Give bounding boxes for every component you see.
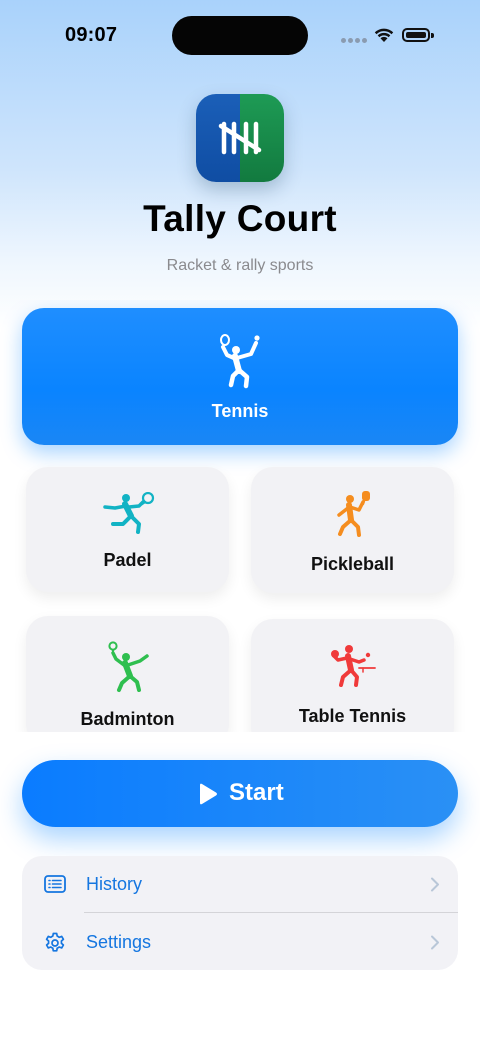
start-label: Start: [229, 779, 284, 806]
sport-card-table-tennis[interactable]: Table Tennis: [251, 619, 454, 732]
sport-card-padel[interactable]: Padel: [26, 467, 229, 592]
sport-label: Tennis: [211, 401, 269, 421]
app-subtitle: Racket & rally sports: [166, 257, 314, 274]
list-icon: [44, 875, 66, 893]
sport-card-badminton[interactable]: Badminton: [26, 616, 229, 732]
gear-icon: [45, 932, 65, 952]
chevron-right-icon: [431, 935, 439, 950]
wifi-icon: [374, 28, 394, 42]
cellular-signal-icon: [341, 38, 367, 43]
status-time: 09:07: [65, 24, 118, 46]
sport-card-pickleball[interactable]: Pickleball: [251, 467, 454, 593]
menu-label: History: [86, 874, 143, 894]
battery-icon: [402, 28, 430, 42]
dynamic-island: [172, 16, 308, 55]
padel-player-icon: [103, 492, 155, 534]
sport-label: Badminton: [80, 709, 175, 729]
sport-grid: Tennis Padel Pickleball Badminton Table …: [0, 300, 480, 732]
pickleball-player-icon: [337, 491, 370, 537]
app-title: Tally Court: [143, 198, 337, 239]
app-logo: [196, 94, 284, 182]
chevron-right-icon: [431, 877, 439, 892]
badminton-player-icon: [108, 641, 149, 692]
play-icon: [200, 783, 217, 805]
sport-label: Table Tennis: [298, 706, 407, 726]
sport-label: Pickleball: [310, 554, 395, 574]
tennis-player-icon: [220, 334, 260, 389]
sport-label: Padel: [103, 550, 152, 570]
table-tennis-player-icon: [331, 645, 376, 687]
menu-label: Settings: [86, 932, 152, 952]
sport-card-tennis[interactable]: Tennis: [22, 308, 458, 445]
